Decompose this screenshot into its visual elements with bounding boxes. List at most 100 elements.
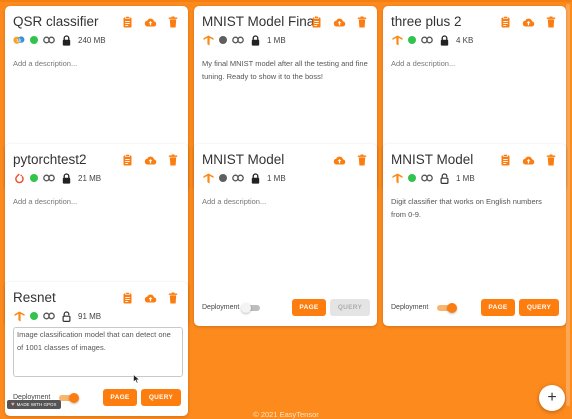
model-size: 240 MB bbox=[78, 35, 106, 45]
document-icon[interactable] bbox=[498, 15, 512, 29]
document-icon[interactable] bbox=[120, 15, 134, 29]
model-title[interactable]: MNIST Model bbox=[202, 152, 284, 167]
model-description[interactable]: Add a description... bbox=[13, 196, 180, 209]
heart-icon: ♥ bbox=[11, 401, 15, 408]
model-description[interactable]: My final MNIST model after all the testi… bbox=[202, 58, 369, 83]
model-title[interactable]: QSR classifier bbox=[13, 14, 99, 29]
tensorflow-icon bbox=[13, 310, 25, 322]
card-actions bbox=[498, 15, 558, 29]
mouse-cursor-icon bbox=[133, 374, 141, 384]
query-button[interactable]: QUERY bbox=[330, 299, 370, 316]
deployment-toggle[interactable] bbox=[435, 302, 457, 314]
model-size: 4 KB bbox=[456, 35, 474, 45]
deployment-label: Deployment bbox=[391, 304, 429, 311]
model-size: 91 MB bbox=[78, 311, 102, 321]
link-icon[interactable] bbox=[232, 172, 244, 184]
cloud-upload-icon[interactable] bbox=[332, 153, 346, 167]
query-button[interactable]: QUERY bbox=[141, 389, 181, 406]
document-icon[interactable] bbox=[498, 153, 512, 167]
pytorch-icon bbox=[13, 172, 25, 184]
lock-icon[interactable] bbox=[249, 34, 261, 46]
model-meta: 1 MB bbox=[202, 34, 286, 46]
add-model-button[interactable]: + bbox=[539, 385, 565, 411]
lock-icon[interactable] bbox=[60, 34, 72, 46]
tensorflow-icon bbox=[391, 34, 403, 46]
scikit-learn-icon: sk bbox=[13, 34, 25, 46]
document-icon[interactable] bbox=[309, 15, 323, 29]
model-title[interactable]: three plus 2 bbox=[391, 14, 462, 29]
document-icon[interactable] bbox=[120, 153, 134, 167]
model-size: 1 MB bbox=[267, 173, 286, 183]
card-actions bbox=[120, 291, 180, 305]
unlock-icon[interactable] bbox=[60, 310, 72, 322]
cloud-upload-icon[interactable] bbox=[143, 153, 157, 167]
model-description[interactable]: Add a description... bbox=[202, 196, 369, 209]
unlock-icon[interactable] bbox=[438, 172, 450, 184]
status-dot bbox=[219, 174, 227, 182]
model-description[interactable]: Digit classifier that works on English n… bbox=[391, 196, 558, 221]
cloud-upload-icon[interactable] bbox=[143, 15, 157, 29]
cloud-upload-icon[interactable] bbox=[143, 291, 157, 305]
model-title[interactable]: MNIST Model Final bbox=[202, 14, 317, 29]
model-title[interactable]: Resnet bbox=[13, 290, 56, 305]
model-meta: sk 240 MB bbox=[13, 34, 106, 46]
model-size: 21 MB bbox=[78, 173, 102, 183]
link-icon[interactable] bbox=[421, 34, 433, 46]
query-button[interactable]: QUERY bbox=[519, 299, 559, 316]
status-dot bbox=[30, 36, 38, 44]
lock-icon[interactable] bbox=[249, 172, 261, 184]
card-actions bbox=[309, 15, 369, 29]
trash-icon[interactable] bbox=[166, 153, 180, 167]
page-button[interactable]: PAGE bbox=[481, 299, 515, 316]
model-meta: 1 MB bbox=[391, 172, 475, 184]
card-actions bbox=[120, 153, 180, 167]
cloud-upload-icon[interactable] bbox=[521, 15, 535, 29]
page-scrollbar[interactable] bbox=[566, 4, 570, 406]
model-description-input[interactable]: Image classification model that can dete… bbox=[13, 327, 183, 377]
link-icon[interactable] bbox=[43, 34, 55, 46]
model-title[interactable]: MNIST Model bbox=[391, 152, 473, 167]
svg-text:sk: sk bbox=[17, 38, 23, 44]
link-icon[interactable] bbox=[421, 172, 433, 184]
model-description[interactable]: Add a description... bbox=[13, 58, 180, 71]
trash-icon[interactable] bbox=[166, 15, 180, 29]
link-icon[interactable] bbox=[43, 172, 55, 184]
cloud-upload-icon[interactable] bbox=[521, 153, 535, 167]
model-meta: 21 MB bbox=[13, 172, 101, 184]
trash-icon[interactable] bbox=[544, 153, 558, 167]
document-icon[interactable] bbox=[120, 291, 134, 305]
status-dot bbox=[30, 174, 38, 182]
model-title[interactable]: pytorchtest2 bbox=[13, 152, 87, 167]
link-icon[interactable] bbox=[43, 310, 55, 322]
trash-icon[interactable] bbox=[544, 15, 558, 29]
made-with-badge[interactable]: ♥ MADE WITH GPOX bbox=[7, 400, 61, 409]
trash-icon[interactable] bbox=[166, 291, 180, 305]
model-size: 1 MB bbox=[267, 35, 286, 45]
page-button[interactable]: PAGE bbox=[292, 299, 326, 316]
tensorflow-icon bbox=[391, 172, 403, 184]
top-edge bbox=[0, 0, 572, 2]
deployment-toggle[interactable] bbox=[241, 302, 263, 314]
deployment-label: Deployment bbox=[202, 304, 240, 311]
lock-icon[interactable] bbox=[60, 172, 72, 184]
status-dot bbox=[30, 312, 38, 320]
badge-text: MADE WITH GPOX bbox=[16, 402, 57, 407]
model-meta: 1 MB bbox=[202, 172, 286, 184]
model-size: 1 MB bbox=[456, 173, 475, 183]
status-dot bbox=[408, 36, 416, 44]
model-meta: 91 MB bbox=[13, 310, 101, 322]
lock-icon[interactable] bbox=[438, 34, 450, 46]
model-card: MNIST Model 1 MB Digit classifier that w… bbox=[383, 144, 566, 326]
tensorflow-icon bbox=[202, 34, 214, 46]
cloud-upload-icon[interactable] bbox=[332, 15, 346, 29]
model-meta: 4 KB bbox=[391, 34, 473, 46]
trash-icon[interactable] bbox=[355, 15, 369, 29]
link-icon[interactable] bbox=[232, 34, 244, 46]
model-card: Resnet 91 MB Image classification model … bbox=[5, 282, 188, 416]
page-button[interactable]: PAGE bbox=[103, 389, 137, 406]
model-description[interactable]: Add a description... bbox=[391, 58, 558, 71]
card-actions bbox=[332, 153, 369, 167]
card-actions bbox=[498, 153, 558, 167]
status-dot bbox=[219, 36, 227, 44]
trash-icon[interactable] bbox=[355, 153, 369, 167]
